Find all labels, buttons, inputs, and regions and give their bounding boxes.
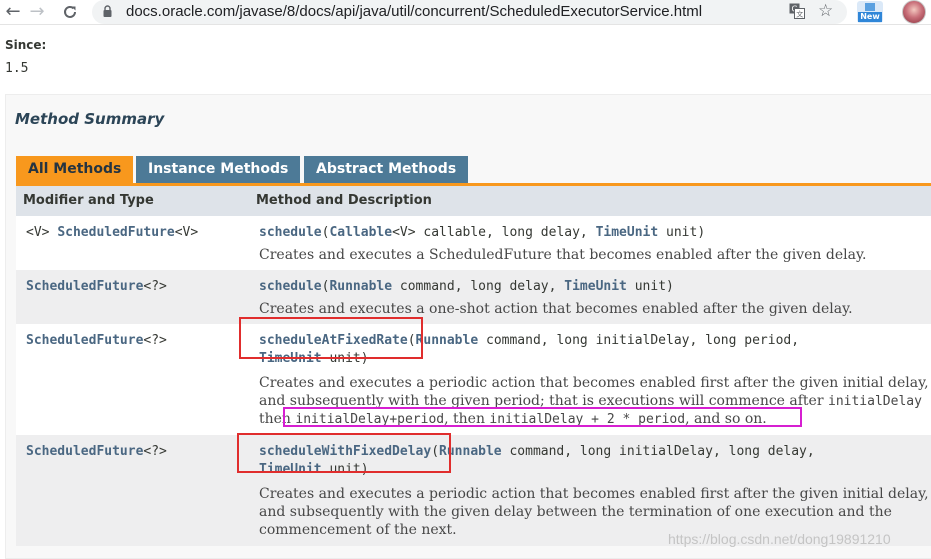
method-description-line: and subsequently with the given delay be… <box>259 504 892 520</box>
method-signature: scheduleWithFixedDelay(Runnable command,… <box>259 444 815 459</box>
tab-abstract-methods[interactable]: Abstract Methods <box>304 156 468 183</box>
method-description-line: and subsequently with the given period; … <box>259 393 922 409</box>
forward-arrow-icon[interactable]: → <box>27 2 47 22</box>
type-link[interactable]: ScheduledFuture <box>26 333 143 348</box>
param-type-link[interactable]: Callable <box>329 225 392 240</box>
param-type-link[interactable]: TimeUnit <box>259 351 322 366</box>
type-link[interactable]: ScheduledFuture <box>26 279 143 294</box>
method-summary-table: Modifier and Type Method and Description… <box>16 183 931 554</box>
method-summary-title: Method Summary <box>15 110 165 128</box>
method-description-line: Creates and executes a periodic action t… <box>259 486 929 502</box>
lock-icon[interactable] <box>103 5 112 17</box>
modifier-type: ScheduledFuture<?> <box>26 333 167 348</box>
since-value: 1.5 <box>5 61 29 76</box>
type-link[interactable]: ScheduledFuture <box>26 444 143 459</box>
param-type-link[interactable]: TimeUnit <box>564 279 627 294</box>
method-link[interactable]: scheduleAtFixedRate <box>259 333 408 348</box>
tab-all-methods[interactable]: All Methods <box>16 156 133 183</box>
translate-icon[interactable]: G文 <box>789 3 805 19</box>
svg-text:文: 文 <box>796 10 803 19</box>
param-type-link[interactable]: Runnable <box>439 444 502 459</box>
method-signature-continued: TimeUnit unit) <box>259 462 369 477</box>
new-badge-icon[interactable]: New <box>857 1 883 23</box>
star-icon[interactable]: ☆ <box>818 1 833 21</box>
tab-instance-methods[interactable]: Instance Methods <box>136 156 300 183</box>
method-description: Creates and executes a one-shot action t… <box>259 301 853 317</box>
param-type-link[interactable]: TimeUnit <box>259 462 322 477</box>
method-link[interactable]: schedule <box>259 279 322 294</box>
watermark-text: https://blog.csdn.net/dong19891210 <box>668 531 891 547</box>
modifier-type: ScheduledFuture<?> <box>26 279 167 294</box>
method-signature-continued: TimeUnit unit) <box>259 351 369 366</box>
modifier-type: ScheduledFuture<?> <box>26 444 167 459</box>
url-text[interactable]: docs.oracle.com/javase/8/docs/api/java/u… <box>126 3 702 20</box>
table-row: <V> ScheduledFuture<V> schedule(Callable… <box>16 216 931 270</box>
table-row: ScheduledFuture<?> scheduleWithFixedDela… <box>16 435 931 546</box>
table-row: ScheduledFuture<?> scheduleAtFixedRate(R… <box>16 324 931 435</box>
param-type-link[interactable]: TimeUnit <box>596 225 659 240</box>
method-description-line: then initialDelay+period, then initialDe… <box>259 411 767 427</box>
table-header: Modifier and Type Method and Description <box>16 186 931 216</box>
method-description-line: commencement of the next. <box>259 522 457 538</box>
address-bar[interactable]: docs.oracle.com/javase/8/docs/api/java/u… <box>92 0 847 24</box>
method-signature: schedule(Runnable command, long delay, T… <box>259 279 674 294</box>
reload-icon[interactable] <box>60 2 80 22</box>
method-link[interactable]: schedule <box>259 225 322 240</box>
param-type-link[interactable]: Runnable <box>416 333 479 348</box>
param-type-link[interactable]: Runnable <box>329 279 392 294</box>
new-badge-label: New <box>858 12 882 22</box>
method-signature: scheduleAtFixedRate(Runnable command, lo… <box>259 333 800 348</box>
method-description-line: Creates and executes a periodic action t… <box>259 375 929 391</box>
method-description: Creates and executes a ScheduledFuture t… <box>259 247 867 263</box>
method-signature: schedule(Callable<V> callable, long dela… <box>259 225 706 240</box>
modifier-type: <V> ScheduledFuture<V> <box>26 225 199 240</box>
profile-avatar[interactable] <box>902 0 926 24</box>
column-header-method: Method and Description <box>256 193 432 208</box>
column-header-modifier: Modifier and Type <box>23 193 154 208</box>
type-link[interactable]: ScheduledFuture <box>57 225 174 240</box>
method-link[interactable]: scheduleWithFixedDelay <box>259 444 431 459</box>
browser-toolbar: ← → docs.oracle.com/javase/8/docs/api/ja… <box>0 0 931 25</box>
since-heading: Since: <box>5 38 47 52</box>
table-row: ScheduledFuture<?> schedule(Runnable com… <box>16 270 931 324</box>
back-arrow-icon[interactable]: ← <box>3 2 23 22</box>
